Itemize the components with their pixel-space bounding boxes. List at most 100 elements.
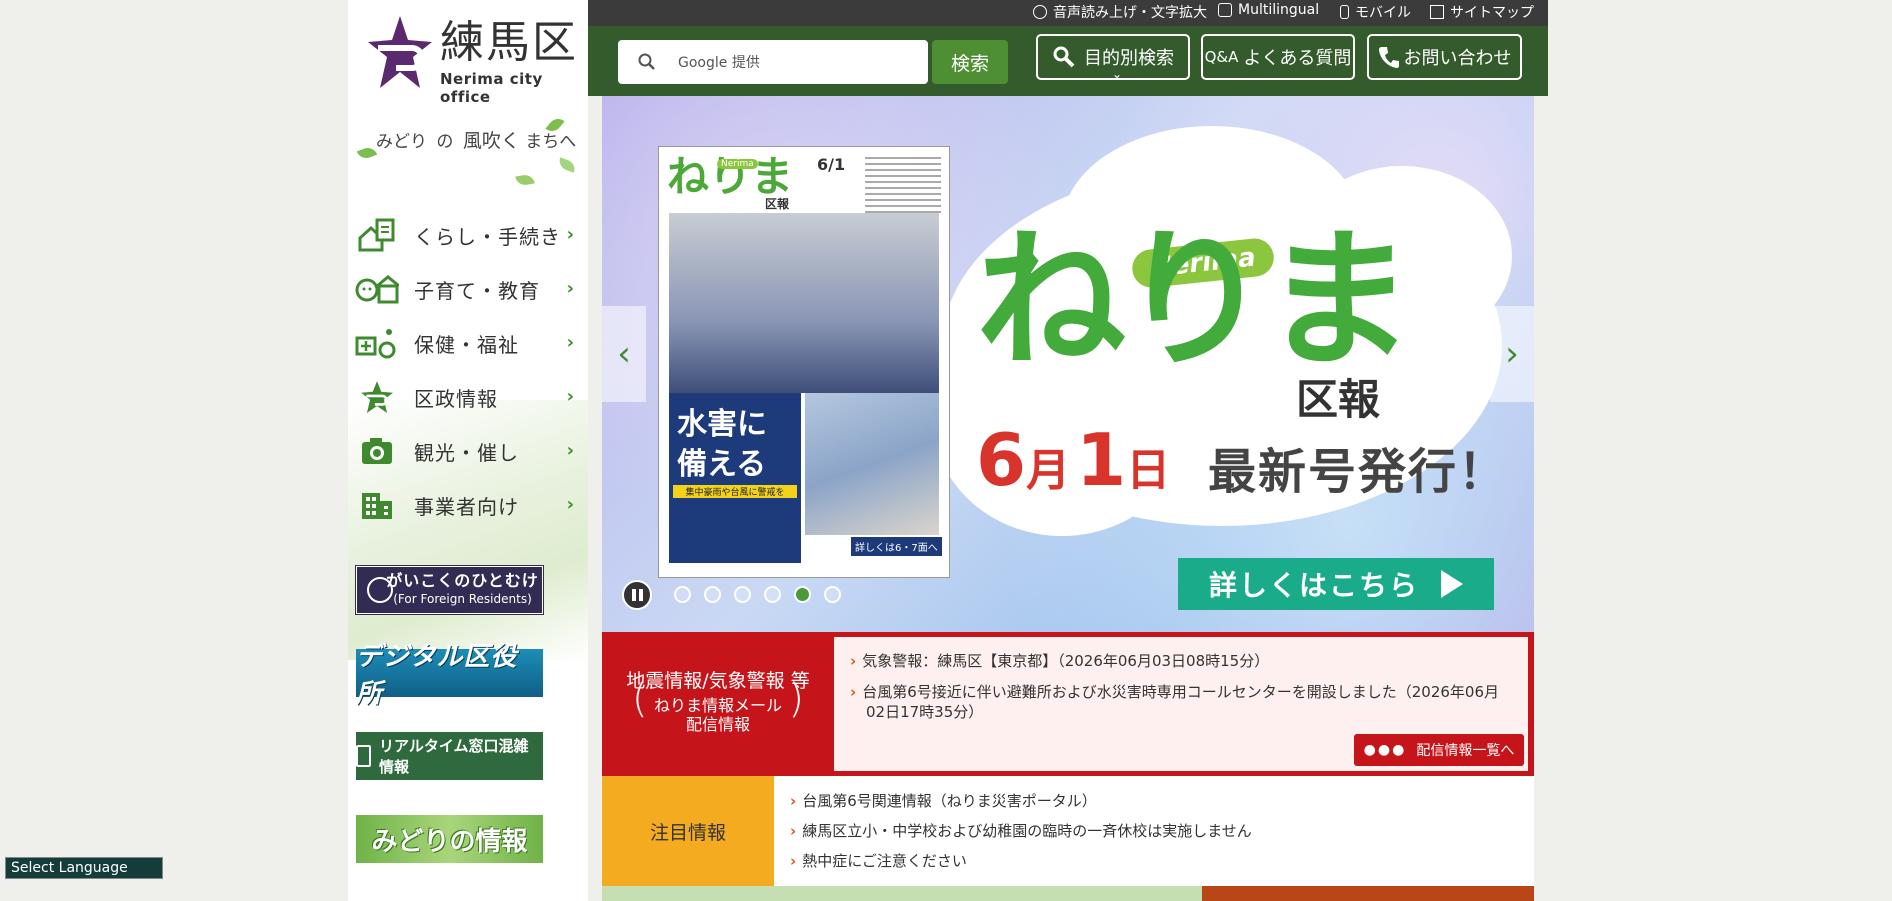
newsletter-cover-image[interactable]: ねりま Nerima 区報 6/1 水害に 備える 集中豪雨や台風に警戒を 詳し… [658, 146, 950, 578]
greenery-info-banner[interactable]: みどりの情報 [356, 815, 543, 863]
nav-label: 保健・福祉 [414, 332, 519, 357]
alert-link-shelter-cont[interactable]: 02日17時35分） [866, 702, 983, 722]
utility-label: モバイル [1355, 5, 1411, 21]
alert-list: › 気象警報：練馬区【東京都】（2026年06月03日08時15分） › 台風第6号… [834, 637, 1528, 771]
chevron-left-icon: ‹ [617, 334, 631, 374]
slider-dot[interactable] [734, 586, 751, 603]
bottom-section-strip [1202, 886, 1534, 901]
medical-wheelchair-icon [354, 325, 400, 361]
hero-date-month-num: 6 [976, 418, 1027, 502]
alert-link-text: 02日17時35分） [866, 703, 984, 721]
contact-button[interactable]: お問い合わせ [1367, 34, 1522, 80]
chevron-right-icon: › [566, 494, 574, 515]
chevron-right-icon: › [850, 683, 857, 701]
cover-photo-top [669, 213, 939, 393]
alert-panel: 地震情報/気象警報 等 ( ねりま情報メール 配信情報 ) › 気象警報：練馬区【… [602, 632, 1534, 776]
purpose-search-label: 目的別検索 [1084, 48, 1174, 69]
nav-item-business[interactable]: 事業者向け › [354, 481, 582, 529]
slider-dot[interactable] [704, 586, 721, 603]
nav-item-health[interactable]: 保健・福祉 › [354, 319, 582, 367]
building-icon [354, 487, 400, 523]
nerima-mark-icon [354, 379, 400, 415]
featured-link-typhoon[interactable]: › 台風第6号関連情報（ねりま災害ポータル） [790, 790, 1097, 811]
phone-icon [1378, 47, 1399, 68]
bottom-section-strip [602, 886, 1202, 901]
nav-label: 事業者向け [414, 494, 519, 519]
faq-label: よくある質問 [1243, 48, 1352, 69]
leaf-icon [556, 157, 578, 173]
utility-link-sitemap[interactable]: サイトマップ [1430, 2, 1534, 22]
tagline-part: まちへ [525, 132, 577, 152]
cover-headline-2: 備える [677, 447, 767, 482]
chevron-right-icon: › [566, 440, 574, 461]
alert-list-button-label: 配信情報一覧へ [1416, 743, 1515, 759]
utility-bar: 音声読み上げ・文字拡大 Multilingual モバイル サイトマップ [588, 0, 1548, 26]
nav-item-childcare[interactable]: 子育て・教育 › [354, 265, 582, 313]
paren-right: ) [788, 676, 804, 722]
utility-link-speech[interactable]: 音声読み上げ・文字拡大 [1033, 2, 1207, 22]
chevron-down-icon: ⌄ [1112, 67, 1123, 81]
featured-link-schools[interactable]: › 練馬区立小・中学校および幼稚園の臨時の一斉休校は実施しません [790, 820, 1252, 841]
nav-label: 区政情報 [414, 386, 498, 411]
slider-pause-button[interactable] [622, 580, 652, 610]
chevron-right-icon: › [566, 332, 574, 353]
slider-dot[interactable] [824, 586, 841, 603]
alert-sub-line2: 配信情報 [685, 715, 750, 734]
paren-left: ( [632, 676, 648, 722]
magnifier-icon [1053, 46, 1075, 68]
tagline-part: みどり [376, 132, 427, 152]
slider-dot[interactable] [764, 586, 781, 603]
nav-item-tourism[interactable]: 観光・催し › [354, 427, 582, 475]
leaf-icon [356, 145, 378, 161]
chevron-right-icon: › [566, 224, 574, 245]
search-input[interactable]: Google 提供 [618, 40, 928, 84]
chevron-right-icon: › [790, 792, 797, 810]
purpose-search-button[interactable]: 目的別検索 ⌄ [1036, 34, 1190, 81]
nav-item-living[interactable]: くらし・手続き › [354, 211, 582, 259]
chevron-right-icon: › [566, 278, 574, 299]
banner-foreign-main: がいこくのひとむけ [386, 571, 539, 590]
foreign-residents-banner[interactable]: がいこくのひとむけ (For Foreign Residents) [355, 565, 544, 615]
language-select[interactable]: Select Language [5, 857, 163, 879]
digital-office-banner[interactable]: デジタル区役所 [356, 642, 543, 709]
hero-slider: ‹ › ねりま Nerima 区報 6/1 水害に 備える 集中豪雨や台風に警戒… [602, 96, 1534, 632]
utility-label: 音声読み上げ・文字拡大 [1053, 5, 1207, 21]
hero-more-button[interactable]: 詳しくはこちら [1178, 558, 1494, 610]
featured-link-text: 熱中症にご注意ください [802, 852, 967, 870]
cover-photo-bottom [805, 393, 939, 535]
utility-link-multilingual[interactable]: Multilingual [1218, 2, 1319, 18]
featured-label: 注目情報 [602, 776, 774, 886]
chevron-right-icon: › [790, 852, 797, 870]
nav-label: 観光・催し [414, 440, 519, 465]
banner-foreign-sub: (For Foreign Residents) [393, 592, 532, 606]
nerima-logo-icon[interactable] [368, 14, 432, 90]
hero-date: 6 月 1 日 [976, 418, 1170, 502]
realtime-congestion-banner[interactable]: リアルタイム窓口混雑情報 [356, 732, 543, 780]
featured-link-text: 台風第6号関連情報（ねりま災害ポータル） [802, 792, 1097, 810]
hero-date-day-unit: 日 [1126, 445, 1171, 496]
hero-announce: 最新号発行！ [1208, 444, 1509, 500]
house-document-icon [354, 217, 400, 253]
search-button[interactable]: 検索 [932, 40, 1008, 84]
chevron-right-icon: › [790, 822, 797, 840]
utility-link-mobile[interactable]: モバイル [1340, 2, 1411, 22]
alert-link-shelter[interactable]: › 台風第6号接近に伴い避難所および水災害時専用コールセンターを開設しました（20… [850, 682, 1499, 702]
alert-link-warning[interactable]: › 気象警報：練馬区【東京都】（2026年06月03日08時15分） [850, 651, 1269, 671]
utility-label: サイトマップ [1450, 5, 1534, 21]
slider-dot[interactable] [674, 586, 691, 603]
slider-prev-button[interactable]: ‹ [602, 306, 646, 402]
cover-more: 詳しくは6・7面へ [851, 537, 942, 556]
slider-dot-active[interactable] [794, 586, 811, 603]
slider-next-button[interactable]: › [1490, 306, 1534, 402]
logo-title: 練馬区 [440, 17, 578, 68]
chevron-right-icon: › [566, 386, 574, 407]
sitemap-icon [1430, 5, 1444, 19]
hero-date-month-unit: 月 [1026, 445, 1071, 496]
alert-list-button[interactable]: ●●● 配信情報一覧へ [1354, 734, 1524, 766]
faq-button[interactable]: Q&A よくある質問 [1201, 34, 1355, 80]
featured-link-heatstroke[interactable]: › 熱中症にご注意ください [790, 850, 967, 871]
contact-label: お問い合わせ [1403, 48, 1512, 69]
nav-item-government[interactable]: 区政情報 › [354, 373, 582, 421]
banner-realtime-label: リアルタイム窓口混雑情報 [378, 737, 529, 776]
play-triangle-icon [1441, 570, 1463, 598]
